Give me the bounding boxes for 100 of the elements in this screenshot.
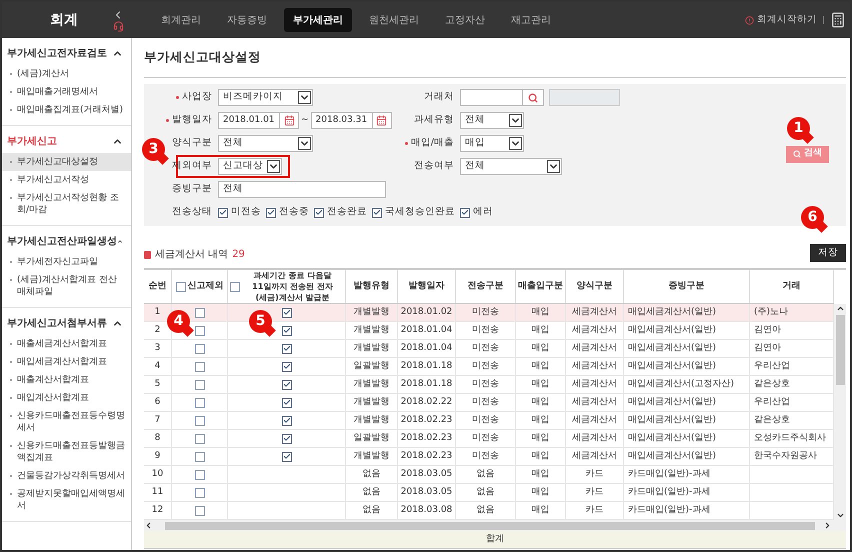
select-all-checkbox[interactable] — [176, 282, 186, 292]
checkbox[interactable] — [266, 208, 276, 218]
table-cell-text: 개별발행 — [354, 378, 390, 391]
search-button[interactable] — [523, 89, 544, 106]
proof-type-field[interactable]: 전체 — [218, 181, 386, 198]
sidebar-item[interactable]: 매출세금계산서합계표 — [2, 335, 131, 353]
table-cell-text: 매입세금계산서(일반) — [628, 360, 716, 373]
sidebar-item[interactable]: 매입계산서합계표 — [2, 389, 131, 407]
select-field[interactable]: 비즈메카이지 — [218, 89, 313, 106]
table-row[interactable]: 9 개별발행 2018.02.23 미전송 매입 세금계산서 매입세금계산서(일반) 한국수자원공사 — [144, 448, 834, 466]
sidebar-item[interactable]: 신용카드매출전표등수령명세서 — [2, 407, 131, 437]
sidebar-item[interactable]: 부가세신고서작성 — [2, 171, 131, 189]
checkbox[interactable] — [282, 398, 292, 408]
total-label: 합계 — [486, 532, 504, 546]
table-cell-text: 개별발행 — [354, 414, 390, 427]
partner-input[interactable] — [460, 89, 523, 106]
table-row[interactable]: 7 개별발행 2018.02.23 미전송 매입 세금계산서 매입세금계산서(일반) 같은상호 — [144, 412, 834, 430]
save-button[interactable]: 저장 — [810, 244, 846, 262]
nav-tab[interactable]: 재고관리 — [502, 8, 560, 32]
checkbox[interactable] — [194, 308, 204, 318]
sidebar-item[interactable]: 매입세금계산서합계표 — [2, 353, 131, 371]
sidebar-section[interactable]: 부가세신고 — [2, 129, 131, 153]
sidebar-section[interactable]: 부가세신고전자료검토 — [2, 41, 131, 65]
table-cell-text: 2018.03.05 — [400, 468, 452, 481]
start-link[interactable]: 회계시작하기 — [745, 12, 817, 28]
checkbox[interactable] — [194, 380, 204, 390]
select-field[interactable]: 매입 — [460, 135, 524, 152]
nav-tab[interactable]: 자동증빙 — [218, 8, 276, 32]
nav-tab[interactable]: 회계관리 — [152, 8, 210, 32]
checkbox[interactable] — [194, 362, 204, 372]
sidebar-item[interactable]: 부가세신고서작성현황 조회/마감 — [2, 189, 131, 219]
checkbox[interactable] — [282, 344, 292, 354]
date-field[interactable]: 2018.01.01 — [218, 112, 299, 129]
checkbox[interactable] — [194, 434, 204, 444]
checkbox[interactable] — [218, 208, 228, 218]
scroll-left-icon[interactable] — [144, 521, 153, 530]
table-cell-text: 세금계산서 — [572, 450, 617, 463]
nav-tab[interactable]: 원천세관리 — [360, 8, 428, 32]
table-row[interactable]: 4 일괄발행 2018.01.18 미전송 매입 세금계산서 매입세금계산서(일반) 우리산업 — [144, 358, 834, 376]
sidebar-section[interactable]: 부가세신고서첨부서류 — [2, 311, 131, 335]
select-field[interactable]: 전체 — [460, 112, 524, 129]
checkbox[interactable] — [282, 308, 292, 318]
sidebar-item[interactable]: 부가세신고대상설정 — [2, 153, 131, 171]
checkbox[interactable] — [194, 326, 204, 336]
sidebar-item[interactable]: 매출계산서합계표 — [2, 371, 131, 389]
sidebar-item[interactable]: 신용카드매출전표등발행금액집계표 — [2, 437, 131, 467]
table-row[interactable]: 3 개별발행 2018.01.04 미전송 매입 세금계산서 매입세금계산서(일반) 김연아 — [144, 340, 834, 358]
sidebar-item[interactable]: 부가세전자신고파일 — [2, 253, 131, 271]
table-cell-text: 미전송 — [472, 378, 499, 391]
scroll-thumb[interactable] — [165, 522, 815, 530]
table-cell-text: 세금계산서 — [572, 360, 617, 373]
table-row[interactable]: 12 없음 2018.03.08 없음 매입 카드 카드매입(일반)-과세 — [144, 502, 834, 520]
nav-tab[interactable]: 고정자산 — [436, 8, 494, 32]
checkbox[interactable] — [372, 208, 382, 218]
table-cell-text: 6 — [154, 396, 160, 409]
calendar-icon[interactable] — [284, 115, 294, 126]
checkbox[interactable] — [282, 326, 292, 336]
checkbox[interactable] — [282, 416, 292, 426]
sidebar-item[interactable]: 건물등감가상각취득명세서 — [2, 467, 131, 485]
horizontal-scrollbar[interactable] — [144, 520, 846, 532]
sidebar-item[interactable]: (세금)계산서 — [2, 65, 131, 83]
select-all-checkbox[interactable] — [230, 282, 240, 292]
table-row[interactable]: 5 개별발행 2018.01.18 미전송 매입 세금계산서 매입세금계산서(고정자산) 같은상호 — [144, 376, 834, 394]
table-row[interactable]: 11 없음 2018.03.05 없음 매입 카드 카드매입(일반)-과세 — [144, 484, 834, 502]
checkbox[interactable] — [194, 470, 204, 480]
date-field[interactable]: 2018.03.31 — [310, 112, 392, 129]
table-row[interactable]: 8 일괄발행 2018.02.23 미전송 매입 세금계산서 매입세금계산서(일반) 오성카드주식회사 — [144, 430, 834, 448]
select-field[interactable]: 신고대상 — [218, 158, 282, 175]
scroll-thumb[interactable] — [836, 315, 844, 386]
range-separator: ~ — [301, 114, 309, 127]
checkbox[interactable] — [194, 398, 204, 408]
sidebar-item[interactable]: 매입매출거래명세서 — [2, 83, 131, 101]
checkbox[interactable] — [194, 506, 204, 516]
checkbox[interactable] — [314, 208, 324, 218]
table-cell-text: (주)노나 — [754, 306, 788, 319]
table-cell-text: 매입세금계산서(일반) — [628, 450, 716, 463]
select-field[interactable]: 전체 — [218, 135, 313, 152]
checkbox[interactable] — [282, 434, 292, 444]
sidebar-section[interactable]: 부가세신고전산파일생성 — [2, 229, 131, 253]
checkbox[interactable] — [282, 362, 292, 372]
checkbox[interactable] — [282, 380, 292, 390]
checkbox[interactable] — [194, 488, 204, 498]
checkbox[interactable] — [460, 208, 470, 218]
sidebar-item[interactable]: 공제받지못할매입세액명세서 — [2, 485, 131, 515]
scroll-right-icon[interactable] — [823, 521, 832, 530]
calculator-icon[interactable] — [830, 12, 846, 28]
checkbox[interactable] — [282, 452, 292, 462]
nav-tab[interactable]: 부가세관리 — [284, 8, 352, 32]
headset-icon[interactable] — [112, 20, 124, 32]
sidebar-item[interactable]: 매입매출집계표(거래처별) — [2, 101, 131, 119]
table-cell-text: 미전송 — [472, 324, 499, 337]
checkbox[interactable] — [194, 344, 204, 354]
calendar-icon[interactable] — [376, 115, 388, 126]
table-row[interactable]: 10 없음 2018.03.05 없음 매입 카드 카드매입(일반)-과세 — [144, 466, 834, 484]
sidebar-item[interactable]: (세금)계산서합계표 전산매체파일 — [2, 271, 131, 301]
table-row[interactable]: 6 개별발행 2018.02.22 미전송 매입 세금계산서 매입세금계산서(일반) 우리산업 — [144, 394, 834, 412]
checkbox[interactable] — [194, 452, 204, 462]
checkbox[interactable] — [194, 416, 204, 426]
select-field[interactable]: 전체 — [460, 158, 562, 175]
vertical-scrollbar[interactable] — [834, 304, 846, 520]
